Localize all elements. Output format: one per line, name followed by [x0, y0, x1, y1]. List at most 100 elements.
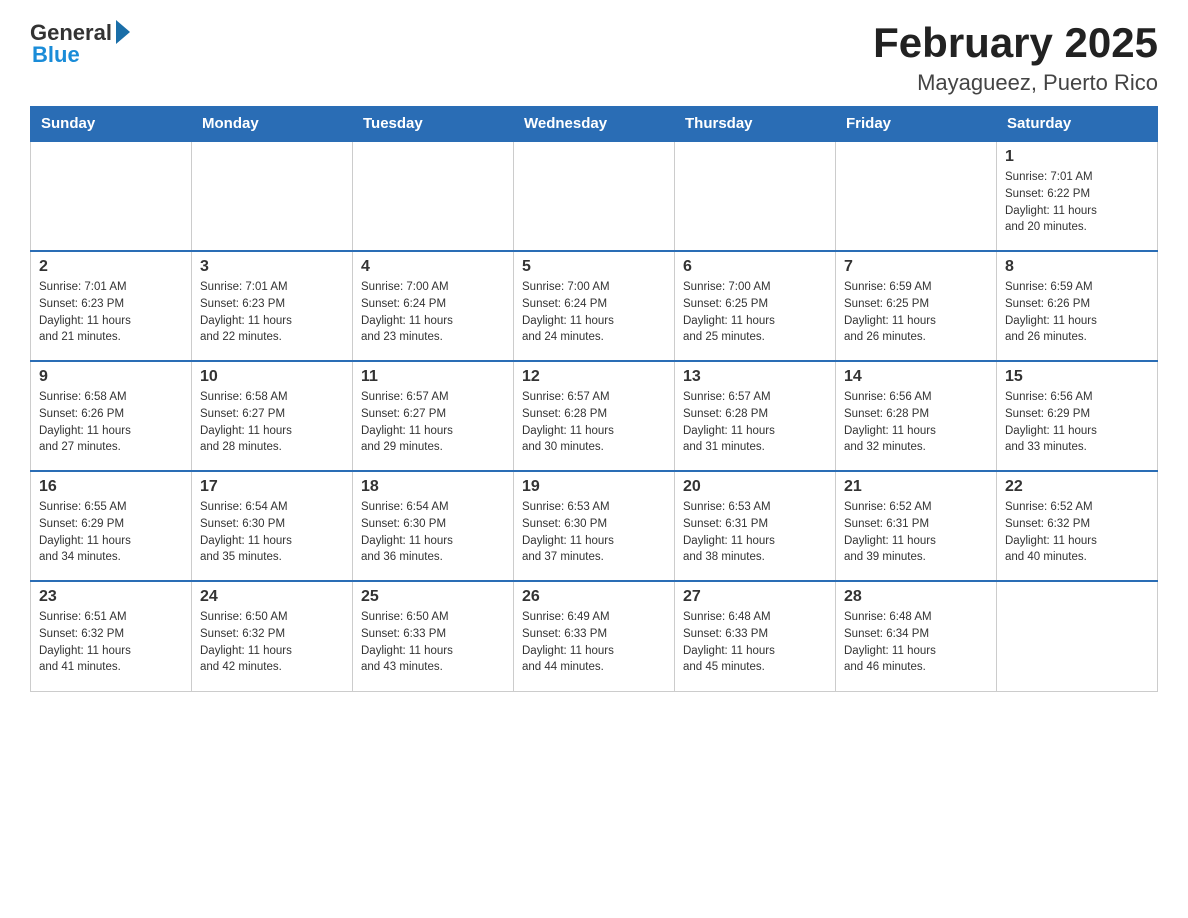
logo-blue-text: Blue	[32, 42, 80, 68]
calendar-cell: 10 Sunrise: 6:58 AMSunset: 6:27 PMDayligh…	[192, 361, 353, 471]
day-info: Sunrise: 6:48 AMSunset: 6:34 PMDaylight:…	[844, 609, 988, 676]
day-number: 7	[844, 258, 988, 276]
day-info: Sunrise: 7:00 AMSunset: 6:24 PMDaylight:…	[522, 279, 666, 346]
title-block: February 2025 Mayagueez, Puerto Rico	[873, 20, 1158, 96]
calendar-cell: 14 Sunrise: 6:56 AMSunset: 6:28 PMDayligh…	[836, 361, 997, 471]
calendar-cell: 23Sunrise: 6:51 AMSunset: 6:32 PMDayligh…	[31, 581, 192, 691]
calendar-cell: 6 Sunrise: 7:00 AMSunset: 6:25 PMDaylight…	[675, 251, 836, 361]
weekday-header: Sunday	[31, 107, 192, 142]
weekday-header: Wednesday	[514, 107, 675, 142]
calendar-title: February 2025	[873, 20, 1158, 66]
weekday-header: Thursday	[675, 107, 836, 142]
calendar-subtitle: Mayagueez, Puerto Rico	[873, 70, 1158, 96]
day-info: Sunrise: 6:55 AMSunset: 6:29 PMDaylight:…	[39, 499, 183, 566]
calendar-cell: 1Sunrise: 7:01 AMSunset: 6:22 PMDaylight…	[997, 141, 1158, 251]
logo: General Blue	[30, 20, 130, 68]
day-number: 1	[1005, 148, 1149, 166]
page-header: General Blue February 2025 Mayagueez, Pu…	[30, 20, 1158, 96]
day-info: Sunrise: 6:57 AMSunset: 6:27 PMDaylight:…	[361, 389, 505, 456]
calendar-cell: 13Sunrise: 6:57 AMSunset: 6:28 PMDayligh…	[675, 361, 836, 471]
calendar-week-row: 16 Sunrise: 6:55 AMSunset: 6:29 PMDayligh…	[31, 471, 1158, 581]
calendar-cell	[997, 581, 1158, 691]
calendar-cell	[31, 141, 192, 251]
day-info: Sunrise: 6:53 AMSunset: 6:30 PMDaylight:…	[522, 499, 666, 566]
calendar-cell: 17 Sunrise: 6:54 AMSunset: 6:30 PMDayligh…	[192, 471, 353, 581]
day-number: 18	[361, 478, 505, 496]
calendar-cell: 5Sunrise: 7:00 AMSunset: 6:24 PMDaylight…	[514, 251, 675, 361]
day-info: Sunrise: 6:57 AMSunset: 6:28 PMDaylight:…	[522, 389, 666, 456]
calendar-cell: 16 Sunrise: 6:55 AMSunset: 6:29 PMDayligh…	[31, 471, 192, 581]
day-info: Sunrise: 6:50 AMSunset: 6:33 PMDaylight:…	[361, 609, 505, 676]
calendar-table: SundayMondayTuesdayWednesdayThursdayFrid…	[30, 106, 1158, 692]
calendar-week-row: 1Sunrise: 7:01 AMSunset: 6:22 PMDaylight…	[31, 141, 1158, 251]
calendar-cell: 21 Sunrise: 6:52 AMSunset: 6:31 PMDayligh…	[836, 471, 997, 581]
calendar-cell: 15 Sunrise: 6:56 AMSunset: 6:29 PMDayligh…	[997, 361, 1158, 471]
day-info: Sunrise: 6:52 AMSunset: 6:31 PMDaylight:…	[844, 499, 988, 566]
calendar-cell	[675, 141, 836, 251]
day-info: Sunrise: 6:49 AMSunset: 6:33 PMDaylight:…	[522, 609, 666, 676]
calendar-cell: 24 Sunrise: 6:50 AMSunset: 6:32 PMDayligh…	[192, 581, 353, 691]
calendar-cell	[836, 141, 997, 251]
day-info: Sunrise: 6:59 AMSunset: 6:26 PMDaylight:…	[1005, 279, 1149, 346]
calendar-cell	[353, 141, 514, 251]
day-number: 24	[200, 588, 344, 606]
day-number: 23	[39, 588, 183, 606]
day-number: 12	[522, 368, 666, 386]
day-number: 16	[39, 478, 183, 496]
calendar-cell: 8 Sunrise: 6:59 AMSunset: 6:26 PMDaylight…	[997, 251, 1158, 361]
calendar-week-row: 23Sunrise: 6:51 AMSunset: 6:32 PMDayligh…	[31, 581, 1158, 691]
weekday-header: Friday	[836, 107, 997, 142]
day-info: Sunrise: 6:57 AMSunset: 6:28 PMDaylight:…	[683, 389, 827, 456]
weekday-header: Monday	[192, 107, 353, 142]
calendar-cell: 18 Sunrise: 6:54 AMSunset: 6:30 PMDayligh…	[353, 471, 514, 581]
day-info: Sunrise: 6:52 AMSunset: 6:32 PMDaylight:…	[1005, 499, 1149, 566]
day-number: 28	[844, 588, 988, 606]
calendar-cell: 2Sunrise: 7:01 AMSunset: 6:23 PMDaylight…	[31, 251, 192, 361]
calendar-week-row: 9 Sunrise: 6:58 AMSunset: 6:26 PMDaylight…	[31, 361, 1158, 471]
day-number: 11	[361, 368, 505, 386]
calendar-cell: 27 Sunrise: 6:48 AMSunset: 6:33 PMDayligh…	[675, 581, 836, 691]
day-number: 22	[1005, 478, 1149, 496]
calendar-cell: 22 Sunrise: 6:52 AMSunset: 6:32 PMDayligh…	[997, 471, 1158, 581]
day-info: Sunrise: 6:56 AMSunset: 6:29 PMDaylight:…	[1005, 389, 1149, 456]
calendar-cell: 12 Sunrise: 6:57 AMSunset: 6:28 PMDayligh…	[514, 361, 675, 471]
calendar-header-row: SundayMondayTuesdayWednesdayThursdayFrid…	[31, 107, 1158, 142]
calendar-cell: 4 Sunrise: 7:00 AMSunset: 6:24 PMDaylight…	[353, 251, 514, 361]
day-info: Sunrise: 7:00 AMSunset: 6:24 PMDaylight:…	[361, 279, 505, 346]
calendar-week-row: 2Sunrise: 7:01 AMSunset: 6:23 PMDaylight…	[31, 251, 1158, 361]
day-number: 4	[361, 258, 505, 276]
day-info: Sunrise: 6:48 AMSunset: 6:33 PMDaylight:…	[683, 609, 827, 676]
day-info: Sunrise: 6:50 AMSunset: 6:32 PMDaylight:…	[200, 609, 344, 676]
day-info: Sunrise: 6:58 AMSunset: 6:26 PMDaylight:…	[39, 389, 183, 456]
day-info: Sunrise: 7:01 AMSunset: 6:23 PMDaylight:…	[200, 279, 344, 346]
day-info: Sunrise: 7:00 AMSunset: 6:25 PMDaylight:…	[683, 279, 827, 346]
day-number: 14	[844, 368, 988, 386]
day-info: Sunrise: 6:56 AMSunset: 6:28 PMDaylight:…	[844, 389, 988, 456]
calendar-cell: 26 Sunrise: 6:49 AMSunset: 6:33 PMDayligh…	[514, 581, 675, 691]
day-number: 6	[683, 258, 827, 276]
day-info: Sunrise: 7:01 AMSunset: 6:23 PMDaylight:…	[39, 279, 183, 346]
calendar-cell	[192, 141, 353, 251]
day-number: 17	[200, 478, 344, 496]
day-info: Sunrise: 6:58 AMSunset: 6:27 PMDaylight:…	[200, 389, 344, 456]
day-number: 15	[1005, 368, 1149, 386]
day-number: 3	[200, 258, 344, 276]
calendar-cell: 3 Sunrise: 7:01 AMSunset: 6:23 PMDaylight…	[192, 251, 353, 361]
day-number: 26	[522, 588, 666, 606]
day-info: Sunrise: 6:54 AMSunset: 6:30 PMDaylight:…	[200, 499, 344, 566]
weekday-header: Tuesday	[353, 107, 514, 142]
day-number: 25	[361, 588, 505, 606]
day-info: Sunrise: 6:53 AMSunset: 6:31 PMDaylight:…	[683, 499, 827, 566]
calendar-cell: 25 Sunrise: 6:50 AMSunset: 6:33 PMDayligh…	[353, 581, 514, 691]
day-number: 8	[1005, 258, 1149, 276]
day-info: Sunrise: 6:54 AMSunset: 6:30 PMDaylight:…	[361, 499, 505, 566]
calendar-cell	[514, 141, 675, 251]
day-number: 21	[844, 478, 988, 496]
calendar-cell: 11 Sunrise: 6:57 AMSunset: 6:27 PMDayligh…	[353, 361, 514, 471]
calendar-cell: 19Sunrise: 6:53 AMSunset: 6:30 PMDayligh…	[514, 471, 675, 581]
day-number: 9	[39, 368, 183, 386]
day-number: 27	[683, 588, 827, 606]
calendar-cell: 20Sunrise: 6:53 AMSunset: 6:31 PMDayligh…	[675, 471, 836, 581]
day-info: Sunrise: 6:59 AMSunset: 6:25 PMDaylight:…	[844, 279, 988, 346]
day-number: 10	[200, 368, 344, 386]
